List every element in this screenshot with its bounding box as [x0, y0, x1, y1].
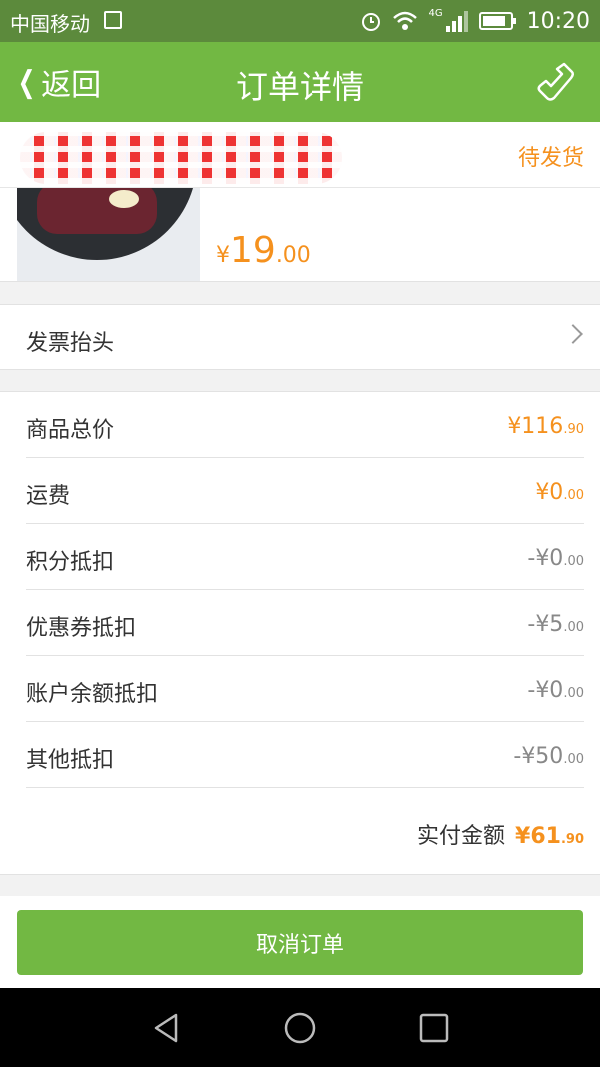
summary-value: ¥116.90 [507, 414, 584, 439]
summary-row-points-deduction: 积分抵扣 -¥0.00 [26, 524, 584, 590]
store-name-redacted [20, 132, 342, 184]
summary-row-coupon-deduction: 优惠券抵扣 -¥5.00 [26, 590, 584, 656]
amount-paid-value: ¥61.90 [515, 824, 584, 849]
store-row: 待发货 [0, 122, 600, 188]
amount-paid: 实付金额 ¥61.90 [417, 818, 584, 850]
wifi-icon [393, 11, 418, 30]
battery-icon [478, 12, 516, 30]
summary-value: -¥5.00 [527, 612, 584, 637]
phone-icon[interactable] [534, 60, 578, 104]
summary-row-shipping: 运费 ¥0.00 [26, 458, 584, 524]
status-icons: 4G 10:20 [360, 6, 590, 36]
invoice-title-label: 发票抬头 [26, 331, 115, 356]
nav-home-icon[interactable] [282, 1010, 318, 1046]
chevron-right-icon [563, 324, 583, 344]
action-footer: 取消订单 [0, 896, 600, 988]
summary-row-balance-deduction: 账户余额抵扣 -¥0.00 [26, 656, 584, 722]
summary-value: -¥0.00 [527, 546, 584, 571]
page-title: 订单详情 [235, 68, 364, 106]
nav-recents-icon[interactable] [416, 1010, 452, 1046]
order-status: 待发货 [517, 146, 584, 171]
summary-row-goods-total: 商品总价 ¥116.90 [26, 392, 584, 458]
summary-value: ¥0.00 [535, 480, 584, 505]
clock: 10:20 [526, 8, 590, 34]
network-type: 4G [428, 7, 443, 19]
amount-paid-label: 实付金额 [417, 824, 506, 849]
summary-row-other-deduction: 其他抵扣 -¥50.00 [26, 722, 584, 788]
price-summary: 商品总价 ¥116.90 运费 ¥0.00 积分抵扣 -¥0.00 优惠券抵扣 … [0, 391, 600, 875]
order-card[interactable]: 待发货 ¥19.00 [0, 122, 600, 282]
system-nav-bar [0, 988, 600, 1067]
sim-icon [104, 11, 122, 29]
cancel-order-button[interactable]: 取消订单 [17, 910, 583, 975]
product-price: ¥19.00 [216, 230, 311, 271]
invoice-title-row[interactable]: 发票抬头 [0, 304, 600, 370]
app-header: ❮ 返回 订单详情 [0, 42, 600, 122]
summary-value: -¥0.00 [527, 678, 584, 703]
nav-back-icon[interactable] [148, 1010, 184, 1046]
carrier-name: 中国移动 [10, 12, 90, 36]
signal-icon [445, 11, 468, 32]
alarm-icon [362, 13, 381, 31]
summary-value: -¥50.00 [513, 744, 584, 769]
status-bar: 中国移动 4G 10:20 [0, 0, 600, 42]
